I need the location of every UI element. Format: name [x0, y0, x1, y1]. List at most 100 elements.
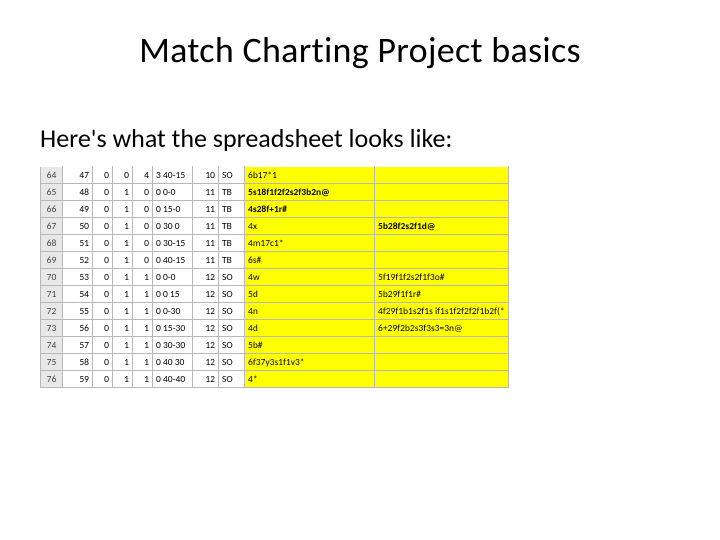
cell: SO — [219, 371, 245, 388]
cell: 6b17*1 — [245, 167, 375, 184]
cell: 0 30-30 — [153, 337, 193, 354]
cell: 5d — [245, 286, 375, 303]
cell: 76 — [41, 371, 63, 388]
cell: 1 — [133, 286, 153, 303]
cell: 1 — [133, 303, 153, 320]
cell: 11 — [193, 235, 219, 252]
cell: SO — [219, 269, 245, 286]
cell: 1 — [113, 354, 133, 371]
cell: 0 — [93, 235, 113, 252]
cell: 6f37y3s1f1v3* — [245, 354, 375, 371]
cell: 4m17c1* — [245, 235, 375, 252]
cell: 12 — [193, 354, 219, 371]
cell: 65 — [41, 184, 63, 201]
cell: 5b29f1f1r# — [375, 286, 509, 303]
cell: 5b28f2s2f1d@ — [375, 218, 509, 235]
cell — [375, 201, 509, 218]
cell: 1 — [133, 371, 153, 388]
cell: 4d — [245, 320, 375, 337]
slide-title: Match Charting Project basics — [40, 28, 680, 72]
cell: 0 30-15 — [153, 235, 193, 252]
slide: Match Charting Project basics Here's wha… — [0, 0, 720, 540]
cell: 0 40-40 — [153, 371, 193, 388]
slide-lead: Here's what the spreadsheet looks like: — [40, 122, 680, 154]
cell: 0 — [93, 320, 113, 337]
cell: 4w — [245, 269, 375, 286]
cell: 0 — [93, 286, 113, 303]
cell: 1 — [113, 201, 133, 218]
cell: 12 — [193, 337, 219, 354]
cell: 0 — [93, 269, 113, 286]
cell: 1 — [113, 184, 133, 201]
cell — [375, 252, 509, 269]
cell: 70 — [41, 269, 63, 286]
cell: 55 — [63, 303, 93, 320]
cell: 11 — [193, 184, 219, 201]
cell: 0 15-0 — [153, 201, 193, 218]
cell: 52 — [63, 252, 93, 269]
cell: 0 — [93, 218, 113, 235]
cell: 1 — [113, 269, 133, 286]
cell: 0 40-15 — [153, 252, 193, 269]
cell: 1 — [113, 320, 133, 337]
cell: 5s18f1f2f2s2f3b2n@ — [245, 184, 375, 201]
cell: SO — [219, 303, 245, 320]
cell: 71 — [41, 286, 63, 303]
cell: 12 — [193, 320, 219, 337]
cell: 49 — [63, 201, 93, 218]
cell: 0 0-0 — [153, 269, 193, 286]
cell: 6+29f2b2s3f3s3=3n@ — [375, 320, 509, 337]
cell: 1 — [113, 337, 133, 354]
cell: 75 — [41, 354, 63, 371]
cell: 69 — [41, 252, 63, 269]
cell: 10 — [193, 167, 219, 184]
cell: SO — [219, 354, 245, 371]
cell: 1 — [113, 235, 133, 252]
cell — [375, 371, 509, 388]
cell: 1 — [113, 252, 133, 269]
cell: 1 — [133, 269, 153, 286]
cell: 73 — [41, 320, 63, 337]
cell: 53 — [63, 269, 93, 286]
cell: 0 — [93, 252, 113, 269]
cell: 54 — [63, 286, 93, 303]
cell: 12 — [193, 286, 219, 303]
cell: 1 — [133, 337, 153, 354]
cell: 0 — [93, 303, 113, 320]
cell: 1 — [113, 303, 133, 320]
cell: 0 — [133, 235, 153, 252]
cell: 0 — [93, 354, 113, 371]
cell: 47 — [63, 167, 93, 184]
cell: 12 — [193, 269, 219, 286]
cell: 3 40-15 — [153, 167, 193, 184]
cell: 4f29f1b1s2f1s if1s1f2f2f2f1b2f(* — [375, 303, 509, 320]
cell: SO — [219, 167, 245, 184]
cell: TB — [219, 184, 245, 201]
cell — [375, 184, 509, 201]
cell: 58 — [63, 354, 93, 371]
cell: 12 — [193, 371, 219, 388]
cell: 11 — [193, 201, 219, 218]
cell: 4x — [245, 218, 375, 235]
spreadsheet: 64470043 40-1510SO6b17*165480100 0-011TB… — [40, 166, 509, 388]
cell: SO — [219, 286, 245, 303]
cell: 72 — [41, 303, 63, 320]
cell — [375, 235, 509, 252]
cell: 0 — [93, 337, 113, 354]
cell: 12 — [193, 303, 219, 320]
cell: TB — [219, 201, 245, 218]
cell: TB — [219, 218, 245, 235]
cell: TB — [219, 235, 245, 252]
cell: 0 30 0 — [153, 218, 193, 235]
cell: TB — [219, 252, 245, 269]
cell: 11 — [193, 252, 219, 269]
cell: 11 — [193, 218, 219, 235]
cell: 0 — [113, 167, 133, 184]
cell: 1 — [113, 218, 133, 235]
cell: 0 — [93, 371, 113, 388]
cell: 6s# — [245, 252, 375, 269]
cell: 4s28f+1r# — [245, 201, 375, 218]
cell: 4 — [133, 167, 153, 184]
cell: 48 — [63, 184, 93, 201]
cell: 50 — [63, 218, 93, 235]
